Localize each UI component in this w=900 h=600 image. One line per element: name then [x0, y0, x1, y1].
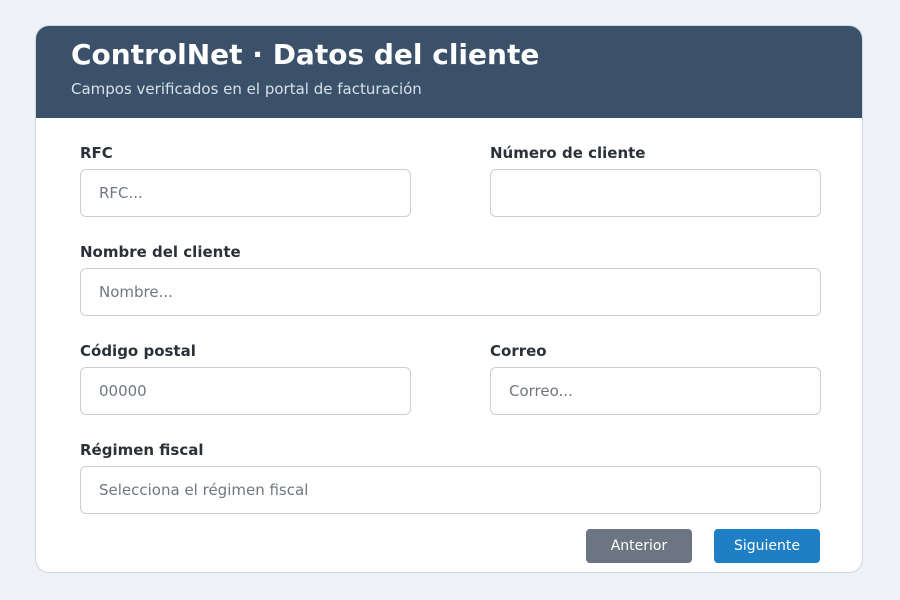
client-number-label: Número de cliente — [490, 144, 646, 162]
client-name-label: Nombre del cliente — [80, 243, 241, 261]
rfc-input[interactable] — [80, 169, 411, 217]
page-title: ControlNet · Datos del cliente — [71, 38, 540, 71]
rfc-label: RFC — [80, 144, 113, 162]
next-button[interactable]: Siguiente — [714, 529, 820, 563]
email-input[interactable] — [490, 367, 821, 415]
page-subtitle: Campos verificados en el portal de factu… — [71, 80, 422, 98]
tax-regime-label: Régimen fiscal — [80, 441, 204, 459]
client-data-card: ControlNet · Datos del cliente Campos ve… — [35, 25, 863, 573]
previous-button[interactable]: Anterior — [586, 529, 692, 563]
postal-code-input[interactable] — [80, 367, 411, 415]
email-label: Correo — [490, 342, 547, 360]
postal-code-label: Código postal — [80, 342, 196, 360]
client-number-input[interactable] — [490, 169, 821, 217]
tax-regime-select[interactable]: Selecciona el régimen fiscal — [80, 466, 821, 514]
client-name-input[interactable] — [80, 268, 821, 316]
card-header: ControlNet · Datos del cliente Campos ve… — [36, 26, 862, 118]
